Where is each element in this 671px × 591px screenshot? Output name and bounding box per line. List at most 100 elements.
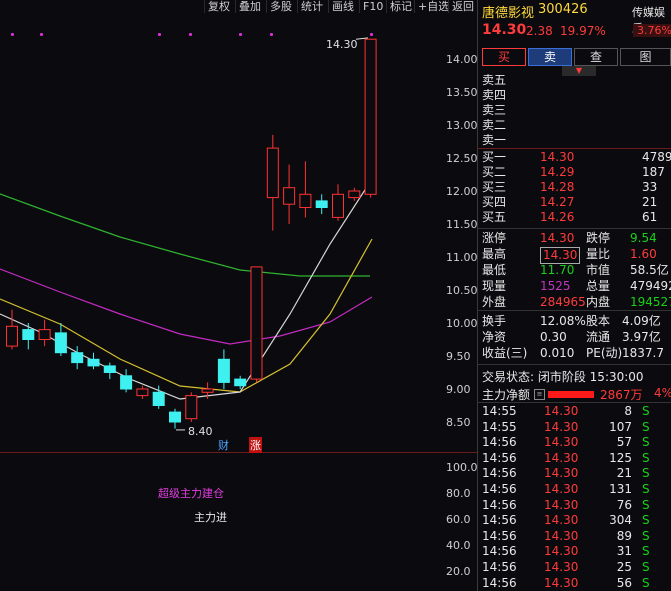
candle-down	[103, 365, 116, 373]
bid-label: 买四	[482, 195, 507, 209]
price-tick: 10.00	[446, 317, 478, 330]
tick-side: S	[642, 497, 650, 512]
toolbar-mark-button[interactable]: 标记	[386, 0, 415, 13]
info-icon[interactable]: ≡	[534, 389, 545, 400]
bid-volume: 187	[642, 165, 665, 179]
stat-label: 量比	[586, 247, 611, 261]
tick-volume: 21	[616, 466, 632, 481]
fundamental-label: PE(动)	[586, 346, 623, 360]
toolbar-fuquan-button[interactable]: 复权	[204, 0, 233, 13]
stat-value: 1525	[540, 279, 571, 293]
price-change: 2.38	[526, 24, 553, 38]
toolbar-back-button[interactable]: 返回	[448, 0, 477, 13]
toolbar-stats-button[interactable]: 统计	[297, 0, 326, 13]
tick-volume: 131	[609, 482, 632, 496]
stat-label: 内盘	[586, 295, 611, 309]
candlestick-chart[interactable]	[0, 14, 440, 452]
bid-row[interactable]: 买二 14.29 187	[482, 165, 671, 180]
tick-price: 14.30	[544, 497, 579, 512]
main-force-annotation: 主力进	[194, 511, 227, 524]
candle-up	[299, 193, 312, 209]
limit-up-tag: 涨	[249, 437, 262, 453]
tick-price: 14.30	[544, 404, 579, 418]
stat-label: 涨停	[482, 231, 507, 245]
toolbar-multi-stock-button[interactable]: 多股	[266, 0, 295, 13]
toolbar-draw-button[interactable]: 画线	[328, 0, 357, 13]
bid-volume: 21	[642, 195, 658, 209]
candle-down	[234, 378, 247, 387]
panel-divider	[0, 452, 478, 453]
tick-time: 14:56	[482, 575, 517, 590]
toolbar-f10-button[interactable]: F10	[359, 0, 386, 13]
query-button[interactable]: 查	[574, 48, 618, 66]
tick-time: 14:56	[482, 560, 517, 574]
tick-price: 14.30	[544, 528, 579, 543]
buy-button[interactable]: 买	[482, 48, 526, 66]
tick-row: 14:56 14.30 89 S	[482, 529, 671, 544]
price-tick: 9.50	[446, 350, 471, 363]
stat-label: 现量	[482, 279, 507, 293]
tick-price: 14.30	[544, 466, 579, 481]
tick-volume: 304	[609, 513, 632, 528]
stat-label: 外盘	[482, 295, 507, 309]
fundamental-value: 0.010	[540, 346, 575, 360]
sell-button[interactable]: 卖	[528, 48, 572, 66]
bid-row[interactable]: 买四 14.27 21	[482, 195, 671, 210]
ask-row: 卖四	[482, 88, 506, 103]
tick-row: 14:56 14.30 57 S	[482, 435, 671, 450]
bid-price: 14.27	[540, 195, 575, 209]
tick-side: S	[642, 404, 650, 418]
stat-row: 最高 14.30 量比 1.60	[482, 247, 671, 264]
stat-value: 58.5亿	[630, 263, 669, 277]
ask-label: 卖三	[482, 103, 507, 117]
bid-row[interactable]: 买三 14.28 33	[482, 180, 671, 195]
price-tick: 12.50	[446, 152, 478, 165]
indicator-tick: 80.0	[446, 487, 471, 500]
fundamental-label: 股本	[586, 314, 611, 328]
toolbar-overlay-button[interactable]: 叠加	[235, 0, 264, 13]
bid-row[interactable]: 买五 14.26 61	[482, 210, 671, 225]
ma-line-white	[0, 178, 373, 400]
candle-up	[348, 190, 361, 199]
stat-row: 现量 1525 总量 479492	[482, 279, 671, 294]
tick-row: 14:56 14.30 76 S	[482, 498, 671, 513]
ma-line-green	[0, 193, 370, 277]
tick-row: 14:56 14.30 56 S	[482, 576, 671, 591]
stats-divider	[478, 228, 671, 229]
ask-label: 卖四	[482, 88, 507, 102]
tick-row: 14:56 14.30 304 S	[482, 513, 671, 528]
ask-label: 卖一	[482, 133, 507, 147]
stat-value: 9.54	[630, 231, 657, 245]
low-price-label: 8.40	[188, 425, 213, 438]
tick-time: 14:56	[482, 466, 517, 481]
tick-price: 14.30	[544, 544, 579, 559]
tick-row: 14:56 14.30 21 S	[482, 466, 671, 481]
tick-price: 14.30	[544, 419, 579, 434]
tick-volume: 125	[609, 450, 632, 465]
indicator-tick: 20.0	[446, 565, 471, 578]
bid-row[interactable]: 买一 14.30 47892	[482, 150, 671, 165]
chart-button[interactable]: 图	[620, 48, 671, 66]
candle-up	[136, 388, 149, 397]
tick-side: S	[642, 450, 650, 465]
stats-divider	[478, 310, 671, 311]
tick-time: 14:55	[482, 404, 517, 418]
collapse-chevron-icon[interactable]: ▼	[562, 66, 596, 76]
stat-value: 479492	[630, 279, 671, 293]
toolbar-add-watchlist-button[interactable]: +自选	[414, 0, 452, 13]
candle-down	[152, 391, 165, 406]
ask-row: 卖二	[482, 118, 506, 133]
indicator-tick: 100.0	[446, 461, 478, 474]
bid-label: 买五	[482, 210, 507, 224]
bid-price: 14.29	[540, 165, 575, 179]
tick-time: 14:56	[482, 497, 517, 512]
candle-up	[185, 395, 198, 420]
tick-price: 14.30	[544, 560, 579, 574]
stat-value: 194527	[630, 295, 671, 309]
candle-down	[87, 358, 100, 367]
fundamental-value: 12.08%	[540, 314, 586, 328]
tick-row: 14:56 14.30 31 S	[482, 544, 671, 559]
tick-side: S	[642, 560, 650, 574]
tick-volume: 76	[616, 497, 632, 512]
stat-row: 外盘 284965 内盘 194527	[482, 295, 671, 310]
